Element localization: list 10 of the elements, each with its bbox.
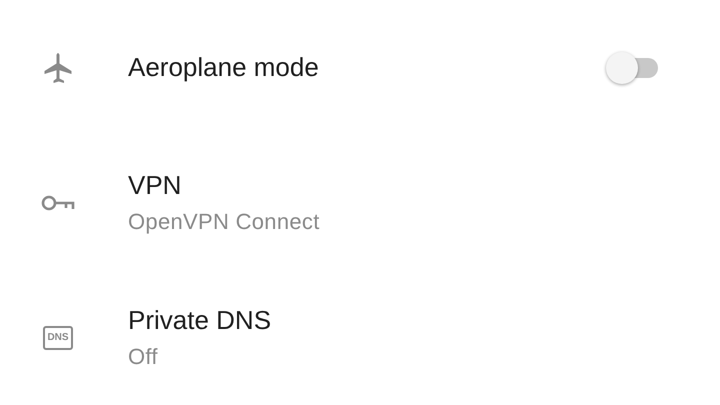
settings-row[interactable]: DNS Private DNS Off — [0, 270, 720, 405]
setting-title: Aeroplane mode — [128, 52, 320, 83]
setting-summary: OpenVPN Connect — [128, 209, 321, 235]
dns-icon: DNS — [43, 326, 73, 350]
settings-row[interactable]: VPN OpenVPN Connect — [0, 135, 720, 270]
settings-row[interactable]: Aeroplane mode — [0, 0, 720, 135]
setting-title: VPN — [128, 170, 182, 201]
key-icon — [40, 192, 76, 212]
setting-title: Private DNS — [128, 305, 272, 336]
setting-summary: Off — [128, 344, 159, 370]
